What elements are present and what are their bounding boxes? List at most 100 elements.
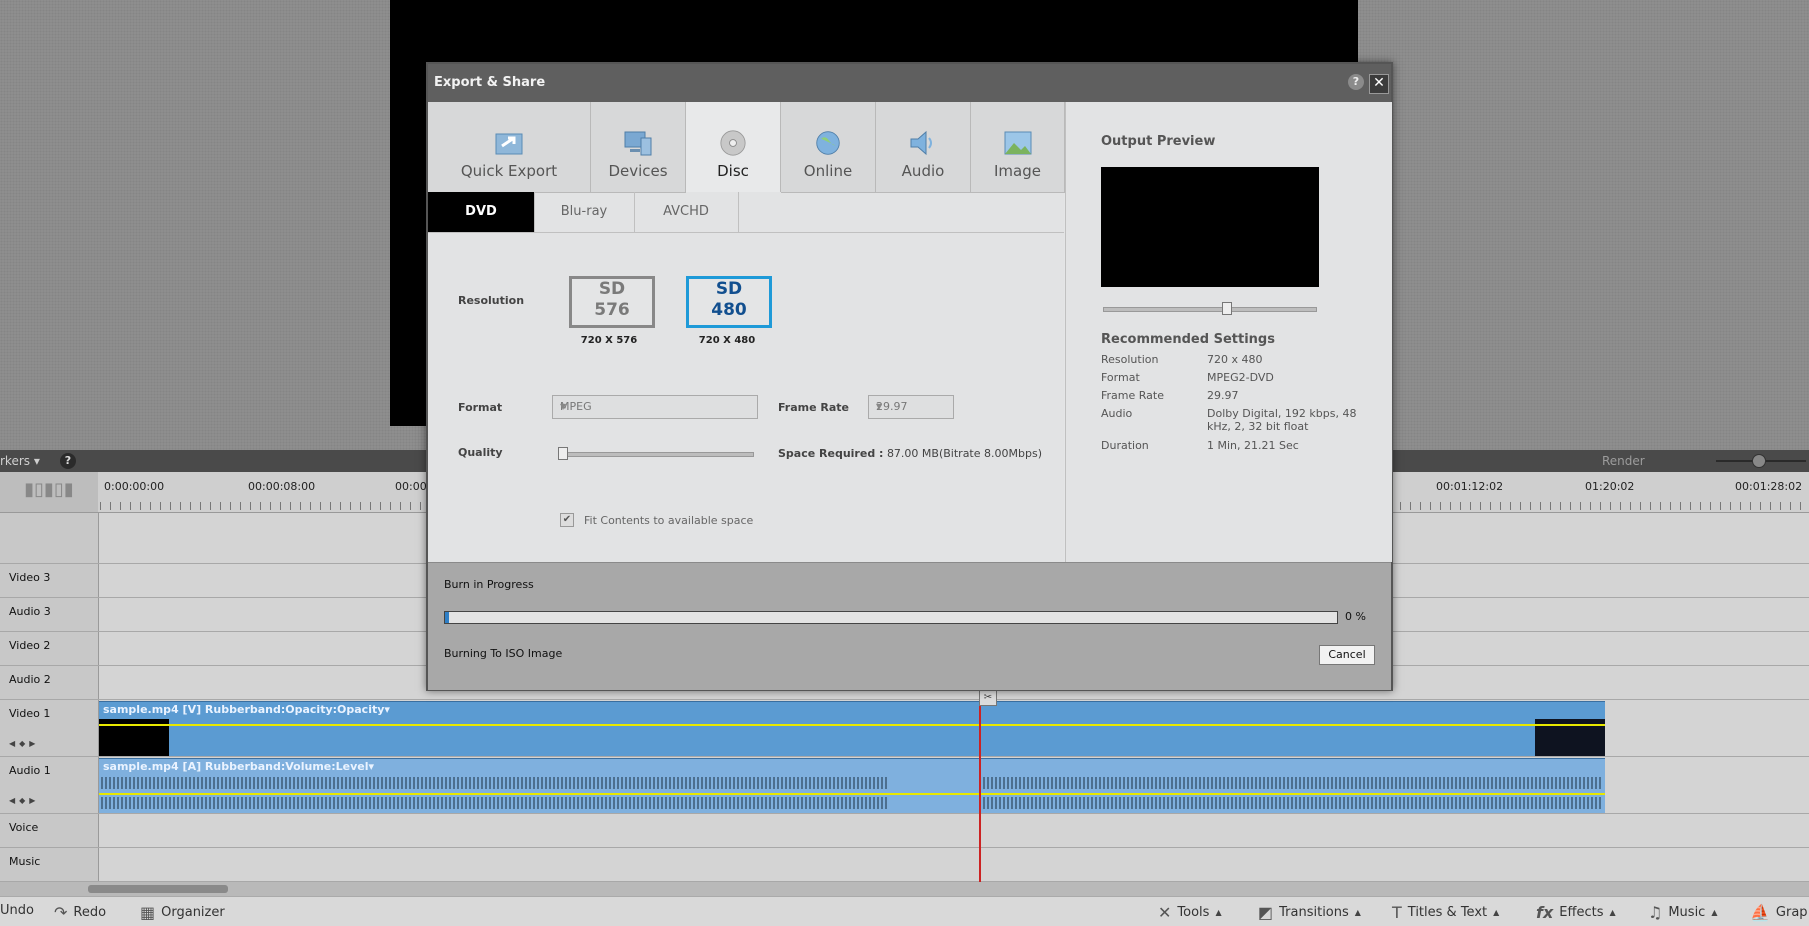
subtab-bluray[interactable]: Blu-ray <box>534 192 635 232</box>
frame-rate-select[interactable]: 29.97 ▼ <box>868 395 954 419</box>
track-name: Music <box>9 855 41 868</box>
timecode-3: 00:01:12:02 <box>1436 480 1504 493</box>
track-header: Voice <box>0 814 99 847</box>
caret-up-icon: ▲ <box>1215 908 1222 917</box>
tab-label: Quick Export <box>460 162 558 180</box>
tab-disc[interactable]: Disc <box>686 102 781 192</box>
burn-status-text: Burning To ISO Image <box>444 647 563 660</box>
track-video1[interactable]: Video 1 ◀◆▶ sample.mp4 [V] Rubberband:Op… <box>0 700 1809 757</box>
rec-val-frame-rate: 29.97 <box>1207 389 1239 402</box>
space-required-value: 87.00 MB(Bitrate 8.00Mbps) <box>886 447 1042 460</box>
tab-audio[interactable]: Audio <box>876 102 971 193</box>
markers-menu[interactable]: rkers ▾ <box>0 454 40 468</box>
organizer-button[interactable]: ▦ Organizer <box>140 903 225 922</box>
titles-text-button[interactable]: T Titles & Text ▲ <box>1392 903 1499 922</box>
render-button[interactable]: Render <box>1602 454 1645 468</box>
audio-waveform-icon[interactable]: ▮▯▮▯▮ <box>0 472 98 512</box>
chevron-down-icon: ▼ <box>876 402 883 411</box>
tab-label: Disc <box>717 162 749 180</box>
subtab-dvd[interactable]: DVD <box>428 192 535 232</box>
format-select[interactable]: MPEG ▼ <box>552 395 758 419</box>
res-line2: 480 <box>711 300 747 320</box>
keyframe-nav-buttons[interactable]: ◀◆▶ <box>9 796 39 805</box>
resolution-576-option[interactable]: SD 576 <box>569 276 655 328</box>
playhead-line[interactable] <box>979 690 981 882</box>
track-header: Video 2 <box>0 632 99 665</box>
help-icon[interactable]: ? <box>1348 74 1364 90</box>
music-button[interactable]: ♫ Music ▲ <box>1648 903 1718 922</box>
preview-scrub-track[interactable] <box>1103 307 1317 312</box>
effects-label: Effects <box>1559 905 1604 920</box>
tab-quick-export[interactable]: Quick Export <box>428 102 591 193</box>
transitions-button[interactable]: ◩ Transitions ▲ <box>1258 903 1361 922</box>
quick-export-icon <box>495 133 523 155</box>
tools-icon: ✕ <box>1158 903 1172 922</box>
cancel-button[interactable]: Cancel <box>1319 645 1375 665</box>
transitions-icon: ◩ <box>1258 903 1274 922</box>
waveform <box>101 777 887 789</box>
burn-progress-pane: Burn in Progress 0 % Burning To ISO Imag… <box>428 562 1391 690</box>
graphics-button[interactable]: ⛵ Grap <box>1750 903 1808 922</box>
fit-contents-label: Fit Contents to available space <box>584 514 754 527</box>
track-name: Video 1 <box>9 707 51 720</box>
rec-val-resolution: 720 x 480 <box>1207 353 1263 366</box>
timecode-4: 01:20:02 <box>1585 480 1635 493</box>
track-header: Audio 2 <box>0 666 99 699</box>
export-share-dialog: Export & Share ? ✕ Quick Export Devices … <box>426 62 1393 691</box>
keyframe-nav-buttons[interactable]: ◀◆▶ <box>9 739 39 748</box>
track-name: Video 2 <box>9 639 51 652</box>
track-voice[interactable]: Voice <box>0 814 1809 848</box>
close-button[interactable]: ✕ <box>1369 74 1389 94</box>
subtab-avchd[interactable]: AVCHD <box>634 192 739 232</box>
volume-rubberband[interactable] <box>99 793 1605 795</box>
burn-progress-label: Burn in Progress <box>444 578 534 591</box>
tools-button[interactable]: ✕ Tools ▲ <box>1158 903 1222 922</box>
space-required-label: Space Required : <box>778 447 884 460</box>
help-icon[interactable]: ? <box>60 453 76 469</box>
timeline-scrollbar[interactable] <box>0 882 1809 896</box>
resolution-480-option[interactable]: SD 480 <box>686 276 772 328</box>
format-label: Format <box>458 401 503 414</box>
quality-slider-track[interactable] <box>558 452 754 457</box>
track-name: Audio 2 <box>9 673 51 686</box>
resolution-480-caption: 720 X 480 <box>698 335 756 346</box>
fx-icon: fx <box>1536 903 1554 922</box>
track-name: Audio 3 <box>9 605 51 618</box>
quality-slider-knob[interactable] <box>557 447 568 460</box>
tab-image[interactable]: Image <box>971 102 1065 193</box>
scrollbar-thumb[interactable] <box>88 885 228 893</box>
resolution-576-caption: 720 X 576 <box>580 335 638 346</box>
transitions-label: Transitions <box>1279 905 1349 920</box>
preview-scrub-knob[interactable] <box>1221 302 1232 315</box>
zoom-slider-knob[interactable] <box>1752 454 1766 468</box>
track-music[interactable]: Music <box>0 848 1809 882</box>
tab-online[interactable]: Online <box>781 102 876 193</box>
track-audio1[interactable]: Audio 1 ◀◆▶ sample.mp4 [A] Rubberband:Vo… <box>0 757 1809 814</box>
effects-button[interactable]: fx Effects ▲ <box>1536 903 1616 922</box>
tools-label: Tools <box>1177 905 1210 920</box>
audio-clip[interactable]: sample.mp4 [A] Rubberband:Volume:Level▾ <box>99 758 1605 813</box>
caret-up-icon: ▲ <box>1493 908 1500 917</box>
redo-label: Redo <box>73 905 107 920</box>
video-clip[interactable]: sample.mp4 [V] Rubberband:Opacity:Opacit… <box>99 701 1605 756</box>
image-icon <box>1004 131 1031 155</box>
tab-label: Audio <box>901 162 945 180</box>
graphics-icon: ⛵ <box>1750 903 1770 922</box>
tab-label: Devices <box>608 162 668 180</box>
dialog-title: Export & Share <box>434 75 546 90</box>
fit-contents-checkbox[interactable]: ✔ <box>560 513 574 527</box>
tab-devices[interactable]: Devices <box>591 102 686 193</box>
scissors-icon[interactable]: ✂ <box>979 690 997 706</box>
opacity-rubberband[interactable] <box>99 724 1605 726</box>
redo-button[interactable]: ↷ Redo <box>54 903 106 922</box>
burn-progress-fill <box>445 612 450 623</box>
titles-label: Titles & Text <box>1407 905 1488 920</box>
undo-label: Undo <box>0 903 34 918</box>
undo-button[interactable]: Undo <box>0 903 34 918</box>
recommended-settings-label: Recommended Settings <box>1101 332 1275 347</box>
rec-key-audio: Audio <box>1101 407 1133 420</box>
dialog-titlebar[interactable]: Export & Share ? ✕ <box>428 64 1391 102</box>
divider <box>428 232 1064 233</box>
rec-key-resolution: Resolution <box>1101 353 1159 366</box>
organizer-label: Organizer <box>161 905 225 920</box>
